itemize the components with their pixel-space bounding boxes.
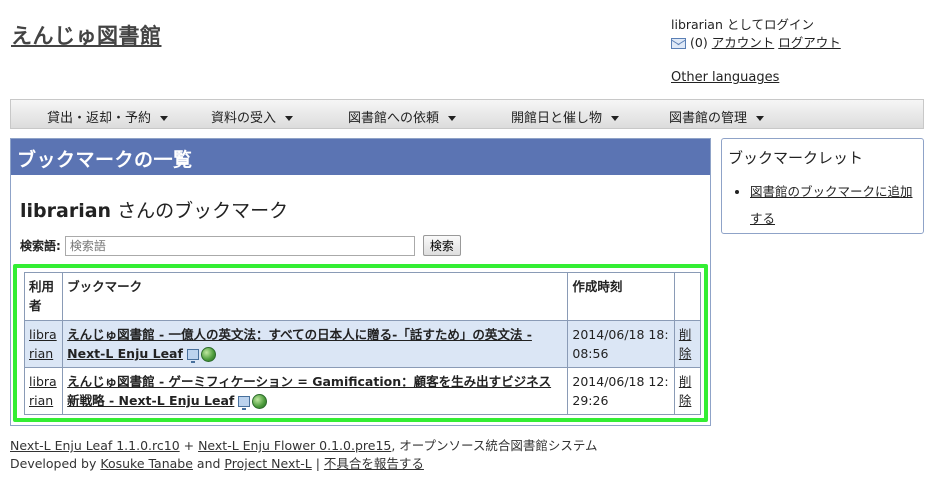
menu-admin[interactable]: 図書館の管理 [669,107,765,126]
chevron-down-icon [448,116,457,121]
bookmark-cell: えんじゅ図書館 - 一億人の英文法：すべての日本人に贈る-「話すため」の英文法 … [62,320,569,368]
project-link[interactable]: Project Next-L [224,456,311,471]
bookmark-link[interactable]: えんじゅ図書館 - ゲーミフィケーション = Gamification：顧客を生… [67,374,551,408]
menu-label: 開館日と催し物 [511,111,603,126]
enju-leaf-link[interactable]: Next-L Enju Leaf 1.1.0.rc10 [10,438,180,453]
user-cell: librarian [23,367,64,415]
login-status: librarian としてログイン [671,17,814,32]
menu-circulation[interactable]: 貸出・返却・予約 [47,107,169,126]
footer-and: and [192,456,225,471]
computer-icon[interactable] [238,396,251,410]
user-cell: librarian [23,320,64,368]
search-form: 検索語: 検索 [20,235,461,256]
action-cell: 削除 [673,320,702,368]
bookmark-list-panel: ブックマークの一覧 librarian さんのブックマーク 検索語: 検索 利用… [10,138,711,426]
bookmarklet-panel: ブックマークレット 図書館のブックマークに追加する [721,138,924,234]
bookmark-table: 利用者 ブックマーク 作成時刻 librarian えんじゅ図書館 - 一億人の… [23,272,702,415]
created-cell: 2014/06/18 18:08:56 [567,320,675,368]
developed-by: Developed by [10,456,101,471]
bookmark-table-highlight: 利用者 ブックマーク 作成時刻 librarian えんじゅ図書館 - 一億人の… [13,264,708,422]
list-item: 図書館のブックマークに追加する [750,178,917,232]
menu-requests[interactable]: 図書館への依頼 [348,107,457,126]
footer-line-1: Next-L Enju Leaf 1.1.0.rc10 + Next-L Enj… [10,437,598,455]
menu-label: 資料の受入 [211,111,277,126]
chevron-down-icon [756,116,765,121]
chevron-down-icon [611,116,620,121]
table-row: librarian えんじゅ図書館 - ゲーミフィケーション = Gamific… [23,367,702,415]
footer-plus: + [179,438,199,453]
footer-suffix: , オープンソース統合図書館システム [391,438,598,453]
footer: Next-L Enju Leaf 1.1.0.rc10 + Next-L Enj… [10,437,598,473]
user-link[interactable]: librarian [29,327,57,361]
action-cell: 削除 [673,367,702,415]
table-row: librarian えんじゅ図書館 - 一億人の英文法：すべての日本人に贈る-「… [23,320,702,368]
report-bug-link[interactable]: 不具合を報告する [324,456,424,471]
delete-link[interactable]: 削除 [679,327,692,361]
page-heading: librarian さんのブックマーク [20,196,288,223]
bookmark-link[interactable]: えんじゅ図書館 - 一億人の英文法：すべての日本人に贈る-「話すため」の英文法 … [67,327,532,361]
menu-acquisition[interactable]: 資料の受入 [211,107,294,126]
enju-flower-link[interactable]: Next-L Enju Flower 0.1.0.pre15 [198,438,391,453]
bookmark-cell: えんじゅ図書館 - ゲーミフィケーション = Gamification：顧客を生… [62,367,569,415]
main-menu-bar: 貸出・返却・予約 資料の受入 図書館への依頼 開館日と催し物 図書館の管理 [10,99,924,129]
footer-separator: | [311,456,324,471]
sidebar-title: ブックマークレット [728,149,864,167]
add-bookmarklet-link[interactable]: 図書館のブックマークに追加する [750,184,913,226]
globe-icon[interactable] [200,347,216,362]
user-link[interactable]: librarian [29,374,57,408]
computer-icon[interactable] [186,349,199,363]
other-languages-link[interactable]: Other languages [671,70,779,85]
created-cell: 2014/06/18 12:29:26 [567,367,675,415]
chevron-down-icon [160,116,169,121]
footer-line-2: Developed by Kosuke Tanabe and Project N… [10,455,598,473]
chevron-down-icon [285,116,294,121]
globe-icon[interactable] [252,394,268,409]
menu-label: 貸出・返却・予約 [47,111,152,126]
heading-suffix: さんのブックマーク [111,200,289,222]
header-bookmark: ブックマーク [62,272,569,321]
header-created: 作成時刻 [567,272,675,321]
header-user: 利用者 [23,272,64,321]
author-link[interactable]: Kosuke Tanabe [100,456,193,471]
heading-user: librarian [20,200,112,222]
search-input[interactable] [64,235,415,256]
menu-label: 図書館への依頼 [348,111,440,126]
sidebar-list: 図書館のブックマークに追加する [728,178,917,232]
mail-icon[interactable] [671,37,686,49]
menu-events[interactable]: 開館日と催し物 [511,107,620,126]
site-title-link[interactable]: えんじゅ図書館 [11,20,162,50]
header-action [673,272,702,321]
message-count: (0) [690,35,708,50]
search-button[interactable]: 検索 [422,235,461,256]
search-label: 検索語: [20,239,61,253]
user-box: librarian としてログイン (0) アカウント ログアウト [671,16,841,52]
account-link[interactable]: アカウント [712,34,775,52]
delete-link[interactable]: 削除 [679,374,692,408]
menu-label: 図書館の管理 [669,111,748,126]
panel-title: ブックマークの一覧 [11,139,710,175]
logout-link[interactable]: ログアウト [778,34,841,52]
